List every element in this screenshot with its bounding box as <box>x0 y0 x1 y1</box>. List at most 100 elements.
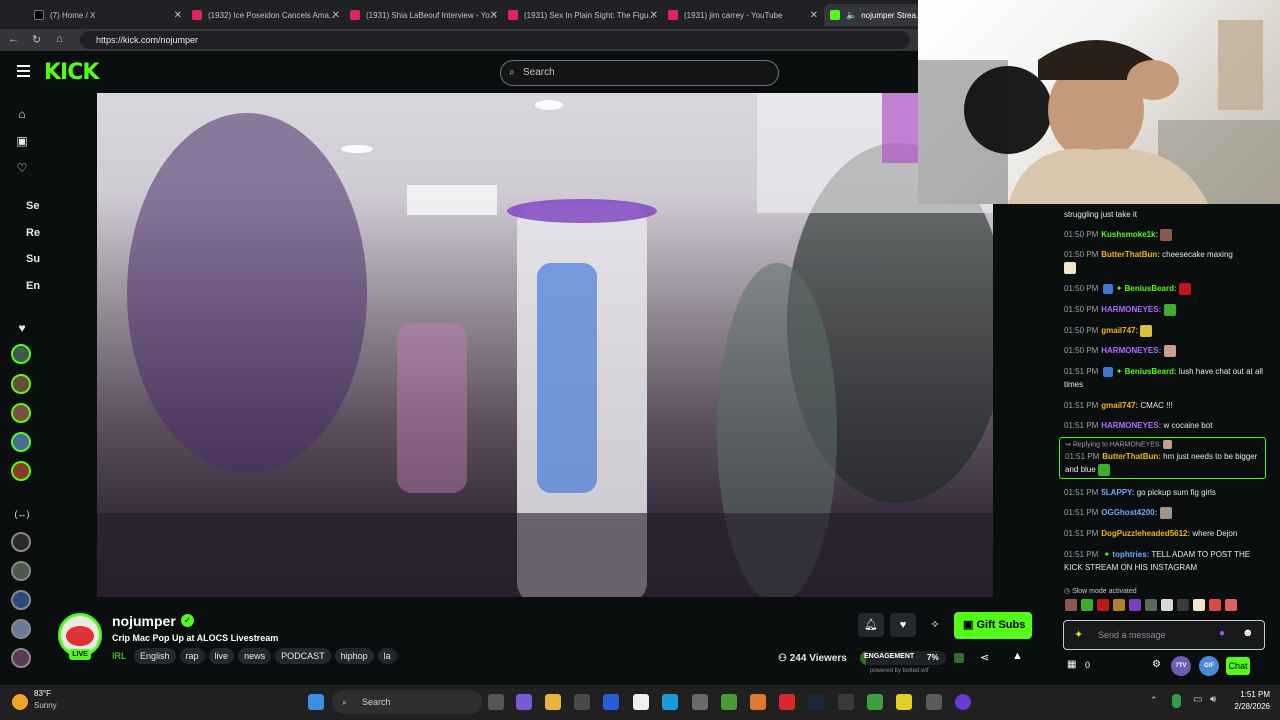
notes-icon[interactable] <box>896 694 912 710</box>
7tv-button[interactable]: 7TV <box>1171 656 1191 676</box>
close-icon[interactable]: ✕ <box>650 10 658 21</box>
emote-image[interactable] <box>1177 599 1189 611</box>
weather-icon[interactable] <box>12 694 28 710</box>
steam-icon[interactable] <box>808 694 824 710</box>
chat-username[interactable]: OGGhost4200: <box>1101 508 1157 517</box>
facebook-icon[interactable] <box>603 694 619 710</box>
youtube-icon[interactable] <box>779 694 795 710</box>
channel-name[interactable]: nojumper <box>112 613 176 629</box>
emote-image[interactable] <box>1097 599 1109 611</box>
close-icon[interactable]: ✕ <box>174 10 182 21</box>
copilot-icon[interactable] <box>516 694 532 710</box>
browser-tab[interactable]: (1931) Shia LaBeouf Interview - Yo... ✕ <box>344 4 502 26</box>
home-icon[interactable]: ⌂ <box>56 33 63 45</box>
chat-username[interactable]: ButterThatBun: <box>1102 452 1161 461</box>
avatar[interactable] <box>11 648 31 668</box>
emote-image[interactable] <box>1113 599 1125 611</box>
close-icon[interactable]: ✕ <box>490 10 498 21</box>
sidebar-section-label[interactable]: Su <box>26 253 40 265</box>
report-icon[interactable]: ▲ <box>1012 650 1023 662</box>
browser-tab[interactable]: (7) Home / X ✕ <box>28 4 186 26</box>
chat-username[interactable]: DogPuzzleheaded5612: <box>1101 529 1190 538</box>
store-icon[interactable]: ▦ <box>1067 659 1076 670</box>
tag[interactable]: English <box>134 648 176 664</box>
category-link[interactable]: IRL <box>112 651 126 661</box>
avatar[interactable] <box>11 403 31 423</box>
browse-icon[interactable]: ▣ <box>14 134 30 148</box>
app-icon[interactable] <box>955 694 971 710</box>
chat-username[interactable]: Kushsmoke1k: <box>1101 230 1158 239</box>
sidebar-section-label[interactable]: Re <box>26 227 40 239</box>
clock-time[interactable]: 1:51 PM <box>1228 690 1270 699</box>
amazon-icon[interactable] <box>633 694 649 710</box>
chrome-icon[interactable] <box>721 694 737 710</box>
volume-icon[interactable]: 🔊︎ <box>1210 694 1216 705</box>
avatar[interactable] <box>11 532 31 552</box>
calculator-icon[interactable] <box>692 694 708 710</box>
store-icon[interactable] <box>574 694 590 710</box>
kick-logo[interactable]: KICK <box>44 60 99 85</box>
speaker-icon[interactable]: 🔈 <box>846 10 857 21</box>
chat-username[interactable]: BeniusBeard: <box>1125 367 1177 376</box>
chat-send-button[interactable]: Chat <box>1226 657 1250 675</box>
tag[interactable]: news <box>238 648 272 664</box>
tag[interactable]: PODCAST <box>275 648 331 664</box>
browser-tab[interactable]: (1931) Sex In Plain Sight: The Figu... ✕ <box>502 4 662 26</box>
chat-username[interactable]: HARMONEYES: <box>1101 421 1161 430</box>
kick-coin-icon[interactable]: ● <box>1219 628 1225 639</box>
tag[interactable]: rap <box>179 648 205 664</box>
tray-chevron-icon[interactable]: ⌃ <box>1150 695 1158 706</box>
tag[interactable]: live <box>208 648 235 664</box>
chat-username[interactable]: BeniusBeard: <box>1125 284 1177 293</box>
clock-date[interactable]: 2/28/2026 <box>1224 702 1270 711</box>
weather-status[interactable]: Sunny <box>34 701 57 710</box>
tag[interactable]: la <box>377 648 397 664</box>
close-icon[interactable]: ✕ <box>332 10 340 21</box>
avatar[interactable] <box>11 374 31 394</box>
gif-button[interactable]: GIF <box>1199 656 1219 676</box>
start-icon[interactable] <box>308 694 324 710</box>
home-icon[interactable]: ⌂ <box>14 107 30 121</box>
search-input[interactable]: ⌕ Search <box>500 60 779 86</box>
back-icon[interactable]: ← <box>8 33 19 45</box>
browser-tab[interactable]: (1931) jim carrey - YouTube ✕ <box>662 4 822 26</box>
chat-username[interactable]: gmail747: <box>1101 326 1138 335</box>
obs-icon[interactable] <box>926 694 942 710</box>
avatar[interactable] <box>11 561 31 581</box>
file-explorer-icon[interactable] <box>545 694 561 710</box>
app-icon[interactable] <box>838 694 854 710</box>
chat-username[interactable]: tophtries: <box>1112 550 1149 559</box>
url-field[interactable]: https://kick.com/nojumper <box>80 31 910 49</box>
xbox-icon[interactable] <box>867 694 883 710</box>
browser-tab[interactable]: (1932) Ice Poseidon Cancels Ama... ✕ <box>186 4 344 26</box>
temperature[interactable]: 83°F <box>34 689 51 698</box>
sidebar-section-label[interactable]: Se <box>26 200 39 212</box>
share-icon[interactable]: ⋖ <box>980 651 989 664</box>
video-player[interactable] <box>97 93 993 597</box>
sparkle-icon[interactable]: ✧ <box>924 613 946 637</box>
emote-image[interactable] <box>1129 599 1141 611</box>
avatar[interactable] <box>11 344 31 364</box>
chat-username[interactable]: 5LAPPY: <box>1101 488 1134 497</box>
avatar[interactable] <box>11 461 31 481</box>
heart-icon[interactable]: ♥ <box>890 613 916 637</box>
settings-icon[interactable]: ⚙ <box>1152 659 1161 670</box>
mic-icon[interactable] <box>1172 694 1181 708</box>
bell-icon[interactable]: 🔔︎ <box>858 613 884 637</box>
reload-icon[interactable]: ↻ <box>32 33 41 46</box>
emote-image[interactable] <box>1081 599 1093 611</box>
taskbar-search[interactable]: ⌕ Search <box>332 690 482 714</box>
emoji-icon[interactable]: ☻ <box>1242 627 1254 639</box>
emote-image[interactable] <box>1161 599 1173 611</box>
avatar[interactable] <box>11 619 31 639</box>
chat-username[interactable]: gmail747: <box>1101 401 1138 410</box>
tag[interactable]: hiphop <box>334 648 374 664</box>
chat-username[interactable]: ButterThatBun: <box>1101 250 1160 259</box>
avatar[interactable] <box>11 590 31 610</box>
chat-username[interactable]: HARMONEYES: <box>1101 346 1161 355</box>
vlc-icon[interactable] <box>750 694 766 710</box>
task-view-icon[interactable] <box>488 694 504 710</box>
heart-icon[interactable]: ♡ <box>14 161 30 175</box>
emote-image[interactable] <box>1193 599 1205 611</box>
edge-icon[interactable] <box>662 694 678 710</box>
